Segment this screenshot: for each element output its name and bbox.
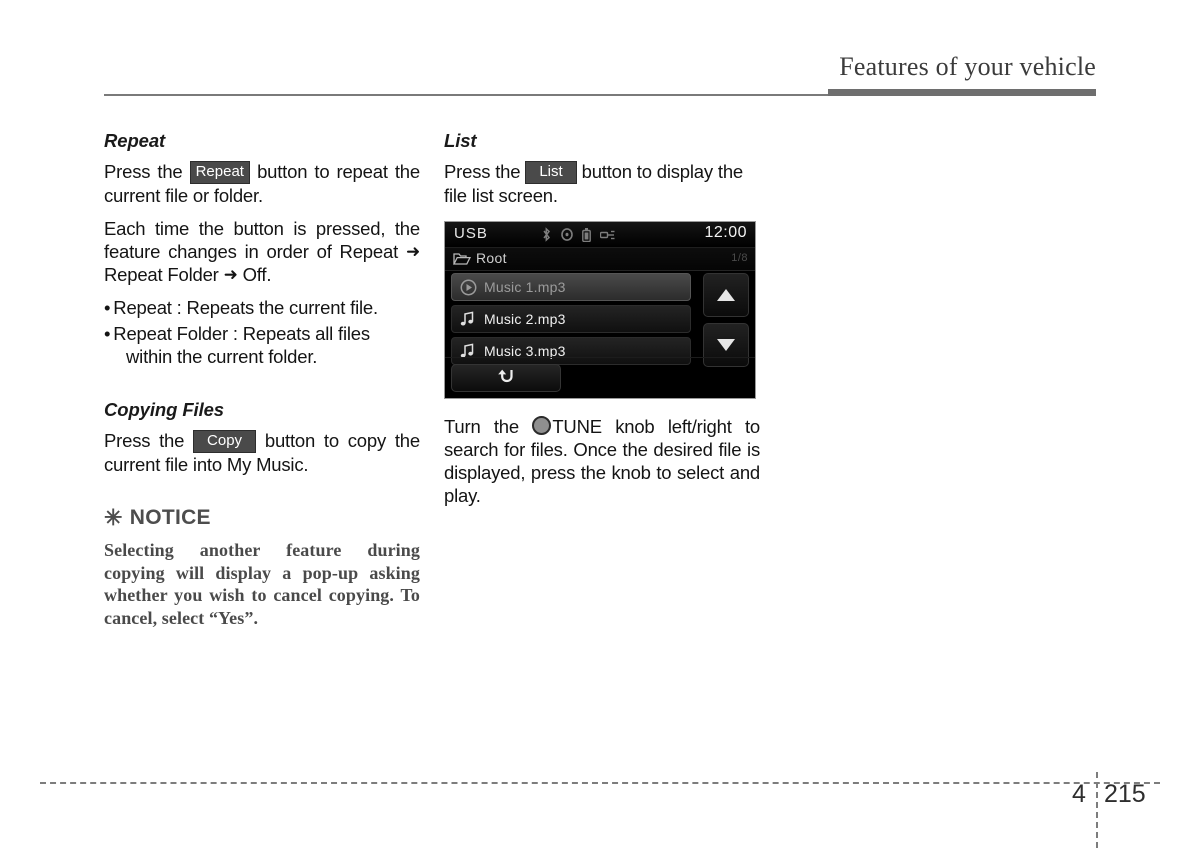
repeat-bullet-list: • Repeat : Repeats the current file. • Rep…: [104, 296, 420, 368]
repeat-paragraph-1: Press the Repeat button to repeat the cu…: [104, 160, 420, 207]
usb-file-list-screen: USB 12:00 Root 1/8 Music 1.mp3 Music 2.m…: [444, 221, 756, 399]
tune-para-before: Turn the: [444, 416, 519, 437]
footer-rule: [40, 782, 1160, 784]
screen-status-icons: [541, 227, 618, 242]
asterisk-icon: ✳: [104, 505, 123, 530]
folder-open-icon: [452, 252, 472, 271]
copy-button-chip[interactable]: Copy: [193, 430, 257, 453]
list-section-heading: List: [444, 130, 477, 151]
footer-chapter-number: 4: [1072, 780, 1086, 808]
bullet-text-continuation: within the current folder.: [126, 346, 318, 367]
screen-status-bar: USB 12:00: [445, 222, 755, 248]
bullet-text: Repeat : Repeats the current file.: [113, 297, 378, 318]
page-header: Features of your vehicle: [104, 52, 1096, 96]
repeat-para2-before: Each time the button is pressed, the fea…: [104, 218, 420, 262]
right-column: List Press the List button to display th…: [444, 130, 760, 517]
list-item: • Repeat : Repeats the current file.: [104, 296, 420, 319]
repeat-para2-mid: Repeat Folder: [104, 264, 219, 285]
play-circle-icon: [460, 279, 480, 296]
back-arrow-icon: [495, 367, 517, 389]
screen-source-label: USB: [454, 225, 488, 242]
screen-page-indicator: 1/8: [731, 252, 748, 264]
copy-para-before: Press the: [104, 430, 185, 451]
tune-knob-paragraph: Turn the TUNE knob left/right to search …: [444, 415, 760, 507]
bullet-dot-icon: •: [104, 323, 111, 344]
table-row[interactable]: Music 1.mp3: [451, 273, 691, 301]
copying-paragraph: Press the Copy button to copy the curren…: [104, 429, 420, 476]
notice-heading: ✳ NOTICE: [104, 506, 420, 530]
screen-path-label: Root: [476, 250, 507, 266]
repeat-button-chip[interactable]: Repeat: [189, 161, 250, 184]
scroll-up-button[interactable]: [703, 273, 749, 317]
screen-divider: [445, 357, 755, 358]
notice-heading-label: NOTICE: [129, 506, 211, 529]
table-row[interactable]: Music 3.mp3: [451, 337, 691, 365]
repeat-paragraph-2: Each time the button is pressed, the fea…: [104, 217, 420, 286]
list-button-chip[interactable]: List: [525, 161, 577, 184]
repeat-para2-after: Off.: [242, 264, 272, 285]
arrow-right-icon-2: ➜: [223, 265, 238, 284]
scroll-down-button[interactable]: [703, 323, 749, 367]
disc-icon: [561, 228, 573, 241]
repeat-para1-before: Press the: [104, 161, 183, 182]
list-paragraph: Press the List button to display the fil…: [444, 160, 760, 207]
back-button[interactable]: [451, 364, 561, 392]
scroll-up-icon: [717, 289, 735, 301]
screen-scroll-controls: [703, 273, 749, 373]
table-row[interactable]: Music 2.mp3: [451, 305, 691, 333]
bullet-dot-icon: •: [104, 297, 111, 318]
footer-vertical-rule: [1096, 772, 1098, 848]
arrow-right-icon: ➜: [405, 242, 420, 261]
page-title: Features of your vehicle: [839, 52, 1096, 81]
scroll-down-icon: [717, 339, 735, 351]
list-para-before: Press the: [444, 161, 521, 182]
footer-page-number: 215: [1104, 780, 1146, 808]
left-column: Repeat Press the Repeat button to repeat…: [104, 130, 420, 629]
list-item: • Repeat Folder : Repeats all files withi…: [104, 322, 420, 368]
bullet-text: Repeat Folder : Repeats all files: [113, 323, 370, 344]
battery-icon: [582, 227, 591, 242]
screen-path-bar: Root 1/8: [445, 248, 755, 271]
tune-knob-icon: [532, 416, 552, 435]
repeat-section-heading: Repeat: [104, 130, 166, 151]
copying-section-heading: Copying Files: [104, 399, 224, 420]
file-name: Music 1.mp3: [484, 279, 566, 295]
notice-body-text: Selecting another feature during copying…: [104, 540, 420, 628]
file-name: Music 2.mp3: [484, 311, 566, 327]
screen-clock: 12:00: [704, 224, 747, 241]
music-note-icon: [460, 311, 480, 327]
screen-file-list: Music 1.mp3 Music 2.mp3 Music 3.mp3: [451, 273, 691, 369]
usb-plug-icon: [600, 229, 618, 241]
bluetooth-icon: [541, 227, 552, 242]
header-rule-accent: [828, 89, 1096, 96]
